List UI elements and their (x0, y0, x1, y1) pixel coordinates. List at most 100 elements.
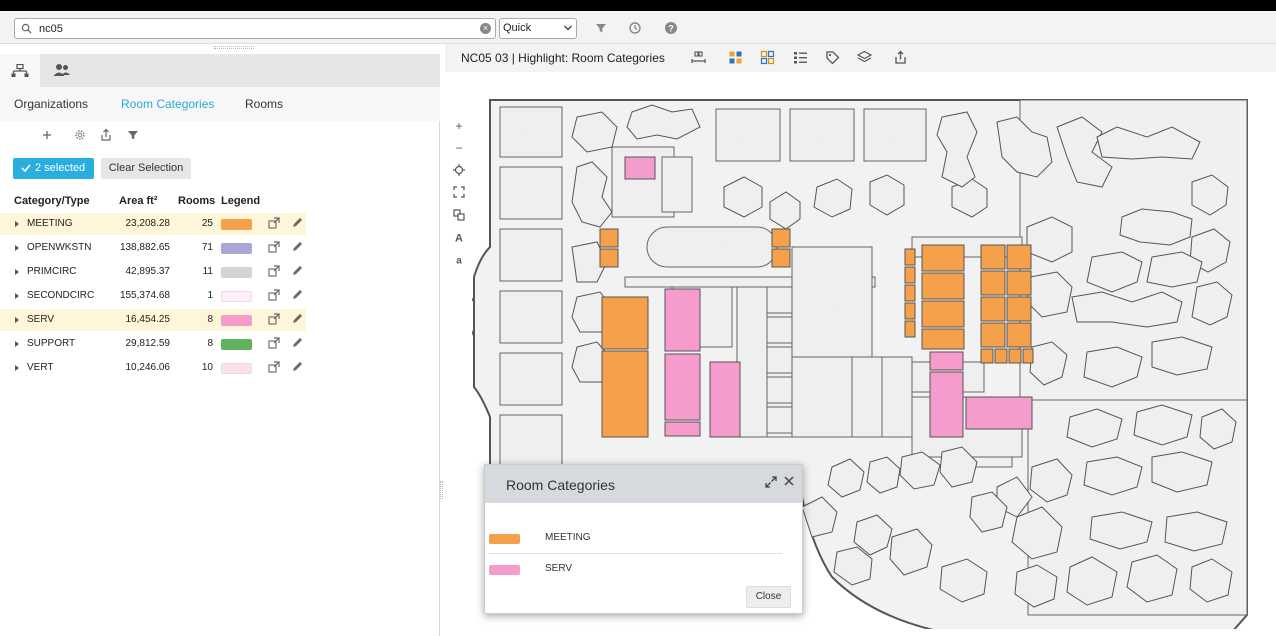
category-rooms: 11 (202, 266, 213, 277)
text-large-icon[interactable]: A (453, 231, 465, 244)
expand-caret-icon[interactable] (15, 245, 19, 251)
category-rooms: 8 (207, 338, 213, 349)
zoom-in-icon[interactable]: + (453, 120, 465, 132)
copy-view-icon[interactable] (453, 209, 465, 221)
filter-icon[interactable] (594, 21, 608, 35)
legend-swatch[interactable] (221, 291, 252, 302)
selected-count-button[interactable]: 2 selected (13, 158, 94, 179)
expand-icon[interactable] (765, 476, 777, 488)
drawing-title: NC05 03 | Highlight: Room Categories (461, 51, 665, 65)
tab-rooms[interactable]: Rooms (245, 97, 283, 111)
column-header-legend[interactable]: Legend (221, 195, 260, 207)
close-icon[interactable] (783, 475, 795, 487)
search-mode-value: Quick (503, 22, 532, 34)
legend-list-icon[interactable] (793, 50, 808, 65)
outline-grid-icon[interactable] (760, 50, 775, 65)
fit-extent-icon[interactable] (453, 186, 465, 198)
text-small-icon[interactable]: a (453, 253, 465, 266)
category-area: 16,454.25 (125, 314, 171, 325)
fit-width-icon[interactable] (691, 50, 706, 65)
app-window: × Quick ? Organizations Room Categories … (0, 11, 1276, 636)
share-icon[interactable] (893, 50, 908, 65)
navigation-tabs: Organizations Room Categories Rooms (0, 87, 440, 121)
edit-pencil-icon[interactable] (291, 241, 303, 253)
category-area: 138,882.65 (119, 242, 170, 253)
edit-pencil-icon[interactable] (291, 361, 303, 373)
help-icon[interactable]: ? (664, 21, 678, 35)
legend-item-serv: SERV (489, 555, 783, 585)
svg-text:A: A (455, 233, 463, 244)
layers-icon[interactable] (857, 50, 872, 65)
category-name: MEETING (27, 218, 73, 229)
expand-caret-icon[interactable] (15, 269, 19, 275)
legend-swatch[interactable] (221, 219, 252, 230)
clear-search-icon[interactable]: × (480, 23, 491, 34)
expand-caret-icon[interactable] (15, 293, 19, 299)
category-name: OPENWKSTN (27, 242, 92, 253)
open-external-icon[interactable] (268, 361, 280, 373)
legend-swatch[interactable] (221, 267, 252, 278)
checkmark-icon (21, 164, 31, 172)
open-external-icon[interactable] (268, 289, 280, 301)
table-row[interactable]: SUPPORT 29,812.59 8 (0, 333, 306, 355)
category-area: 42,895.37 (125, 266, 171, 277)
tab-room-categories[interactable]: Room Categories (121, 97, 214, 111)
tab-people[interactable] (42, 54, 82, 87)
table-row[interactable]: MEETING 23,208.28 25 (0, 213, 306, 235)
search-box[interactable]: × (14, 18, 496, 39)
search-input[interactable] (39, 21, 479, 36)
locate-icon[interactable] (453, 164, 465, 176)
open-external-icon[interactable] (268, 241, 280, 253)
history-icon[interactable] (628, 21, 642, 35)
open-external-icon[interactable] (268, 337, 280, 349)
category-area: 155,374.68 (119, 290, 170, 301)
left-panel: Organizations Room Categories Rooms 2 se… (0, 54, 440, 636)
add-icon[interactable] (40, 128, 54, 142)
edit-pencil-icon[interactable] (291, 337, 303, 349)
clear-selection-button[interactable]: Clear Selection (101, 158, 191, 179)
expand-caret-icon[interactable] (15, 341, 19, 347)
table-row[interactable]: SERV 16,454.25 8 (0, 309, 306, 331)
table-row[interactable]: OPENWKSTN 138,882.65 71 (0, 237, 306, 259)
legend-swatch[interactable] (221, 315, 252, 326)
expand-caret-icon[interactable] (15, 221, 19, 227)
category-area: 29,812.59 (125, 338, 171, 349)
legend-swatch[interactable] (221, 243, 252, 254)
panel-tab-strip (0, 54, 440, 87)
expand-caret-icon[interactable] (15, 317, 19, 323)
drawing-header: NC05 03 | Highlight: Room Categories (445, 44, 1276, 72)
divider (489, 553, 782, 554)
edit-pencil-icon[interactable] (291, 289, 303, 301)
table-row[interactable]: VERT 10,246.06 10 (0, 357, 306, 379)
zoom-out-icon[interactable]: − (453, 142, 465, 154)
category-rooms: 71 (201, 242, 213, 253)
close-button[interactable]: Close (746, 586, 791, 608)
column-header-area[interactable]: Area ft² (119, 195, 158, 207)
tag-icon[interactable] (825, 50, 840, 65)
edit-pencil-icon[interactable] (291, 313, 303, 325)
table-row[interactable]: PRIMCIRC 42,895.37 11 (0, 261, 306, 283)
gear-icon[interactable] (73, 128, 87, 142)
vertical-splitter-handle[interactable] (440, 481, 443, 499)
color-grid-icon[interactable] (728, 50, 743, 65)
legend-swatch[interactable] (221, 339, 252, 350)
search-mode-select[interactable]: Quick (499, 18, 577, 39)
export-icon[interactable] (99, 128, 113, 142)
open-external-icon[interactable] (268, 313, 280, 325)
column-header-rooms[interactable]: Rooms (178, 195, 215, 207)
edit-pencil-icon[interactable] (291, 217, 303, 229)
search-icon (21, 23, 32, 34)
horizontal-splitter-handle[interactable] (214, 46, 254, 49)
popup-title: Room Categories (506, 477, 615, 493)
legend-swatch[interactable] (221, 363, 252, 374)
category-name: SERV (27, 314, 55, 325)
table-row[interactable]: SECONDCIRC 155,374.68 1 (0, 285, 306, 307)
column-header-category[interactable]: Category/Type (14, 195, 90, 207)
open-external-icon[interactable] (268, 217, 280, 229)
open-external-icon[interactable] (268, 265, 280, 277)
expand-caret-icon[interactable] (15, 365, 19, 371)
tab-organizations[interactable]: Organizations (14, 97, 88, 111)
filter-icon[interactable] (126, 128, 140, 142)
tab-hierarchy[interactable] (0, 54, 40, 87)
edit-pencil-icon[interactable] (291, 265, 303, 277)
